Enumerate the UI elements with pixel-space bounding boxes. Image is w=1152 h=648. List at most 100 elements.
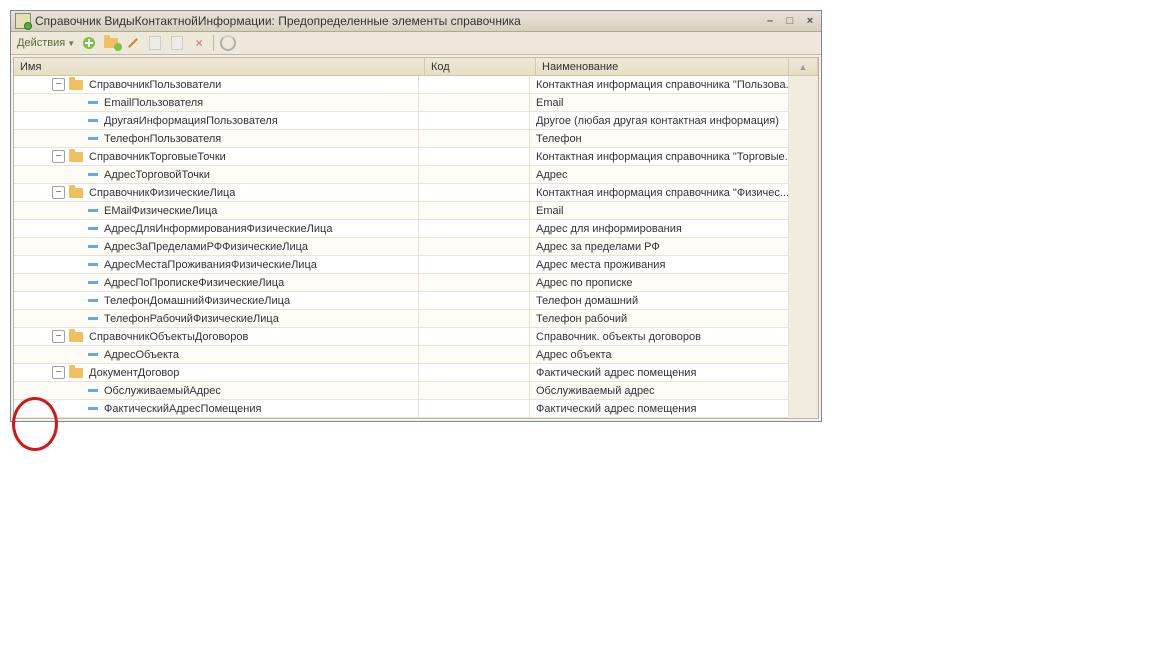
table-row[interactable]: EMailФизическиеЛицаEmail <box>14 202 818 220</box>
delete-button[interactable]: × <box>191 35 207 51</box>
scrollbar-track[interactable] <box>789 292 818 310</box>
item-icon <box>88 101 98 104</box>
table-row[interactable]: −ДокументДоговорФактический адрес помеще… <box>14 364 818 382</box>
scrollbar-track[interactable] <box>789 220 818 238</box>
row-name: АдресТорговойТочки <box>104 169 210 181</box>
row-name: ТелефонПользователя <box>104 133 221 145</box>
scrollbar-track[interactable] <box>789 112 818 130</box>
item-icon <box>88 227 98 230</box>
item-icon <box>88 317 98 320</box>
scrollbar-track[interactable] <box>789 94 818 112</box>
scrollbar-track[interactable] <box>789 364 818 382</box>
expander-icon[interactable]: − <box>52 186 65 199</box>
expander-icon[interactable]: − <box>52 150 65 163</box>
scrollbar-track[interactable] <box>789 346 818 364</box>
table-row[interactable]: −СправочникПользователиКонтактная информ… <box>14 76 818 94</box>
table-row[interactable]: −СправочникТорговыеТочкиКонтактная инфор… <box>14 148 818 166</box>
scrollbar-track[interactable] <box>789 130 818 148</box>
folder-icon <box>69 152 83 162</box>
expander-icon[interactable]: − <box>52 330 65 343</box>
col-header-desc[interactable]: Наименование <box>536 58 789 76</box>
copy-button[interactable] <box>147 35 163 51</box>
plus-icon <box>83 37 95 49</box>
row-name: АдресОбъекта <box>104 349 179 361</box>
scroll-up-button[interactable]: ▲ <box>789 58 818 76</box>
code-cell <box>419 76 530 94</box>
desc-cell: Адрес места проживания <box>530 256 789 274</box>
item-icon <box>88 209 98 212</box>
close-button[interactable]: × <box>803 14 817 28</box>
actions-label: Действия <box>17 37 65 49</box>
scrollbar-track[interactable] <box>789 238 818 256</box>
code-cell <box>419 400 530 418</box>
toolbar: Действия ▼ × <box>11 32 821 55</box>
code-cell <box>419 184 530 202</box>
row-name: АдресПоПропискеФизическиеЛица <box>104 277 284 289</box>
item-icon <box>88 407 98 410</box>
table-row[interactable]: −СправочникОбъектыДоговоровСправочник. о… <box>14 328 818 346</box>
table-row[interactable]: АдресОбъектаАдрес объекта <box>14 346 818 364</box>
scrollbar-track[interactable] <box>789 202 818 220</box>
scrollbar-track[interactable] <box>789 166 818 184</box>
name-cell: АдресТорговойТочки <box>14 166 419 184</box>
expander-icon[interactable]: − <box>52 366 65 379</box>
add-folder-button[interactable] <box>103 35 119 51</box>
scrollbar-track[interactable] <box>789 310 818 328</box>
table-row[interactable]: АдресПоПропискеФизическиеЛицаАдрес по пр… <box>14 274 818 292</box>
row-name: СправочникФизическиеЛица <box>89 187 235 199</box>
table-row[interactable]: АдресТорговойТочкиАдрес <box>14 166 818 184</box>
table-row[interactable]: АдресДляИнформированияФизическиеЛицаАдре… <box>14 220 818 238</box>
col-header-name[interactable]: Имя <box>14 58 425 76</box>
item-icon <box>88 137 98 140</box>
scrollbar-track[interactable] <box>789 148 818 166</box>
expander-icon[interactable]: − <box>52 78 65 91</box>
folder-plus-icon <box>104 38 118 48</box>
code-cell <box>419 94 530 112</box>
table-row[interactable]: ОбслуживаемыйАдресОбслуживаемый адрес <box>14 382 818 400</box>
col-header-code[interactable]: Код <box>425 58 536 76</box>
scrollbar-track[interactable] <box>789 274 818 292</box>
name-cell: АдресОбъекта <box>14 346 419 364</box>
name-cell: − СправочникПользователи <box>14 76 419 94</box>
code-cell <box>419 112 530 130</box>
row-name: ДокументДоговор <box>89 367 179 379</box>
scrollbar-track[interactable] <box>789 76 818 94</box>
table-row[interactable]: −СправочникФизическиеЛицаКонтактная инфо… <box>14 184 818 202</box>
code-cell <box>419 148 530 166</box>
code-cell <box>419 274 530 292</box>
scrollbar-track[interactable] <box>789 400 818 418</box>
row-name: СправочникПользователи <box>89 79 221 91</box>
code-cell <box>419 238 530 256</box>
item-icon <box>88 173 98 176</box>
table-row[interactable]: ТелефонДомашнийФизическиеЛицаТелефон дом… <box>14 292 818 310</box>
table-row[interactable]: ФактическийАдресПомещенияФактический адр… <box>14 400 818 418</box>
scrollbar-track[interactable] <box>789 184 818 202</box>
titlebar[interactable]: Справочник ВидыКонтактнойИнформации: Пре… <box>11 11 821 32</box>
row-name: СправочникОбъектыДоговоров <box>89 331 248 343</box>
minimize-button[interactable]: – <box>763 14 777 28</box>
table-row[interactable]: ТелефонРабочийФизическиеЛицаТелефон рабо… <box>14 310 818 328</box>
refresh-button[interactable] <box>220 35 236 51</box>
name-cell: АдресПоПропискеФизическиеЛица <box>14 274 419 292</box>
table-row[interactable]: АдресЗаПределамиРФФизическиеЛицаАдрес за… <box>14 238 818 256</box>
table-row[interactable]: ТелефонПользователяТелефон <box>14 130 818 148</box>
table-row[interactable]: EmailПользователяEmail <box>14 94 818 112</box>
code-cell <box>419 202 530 220</box>
scrollbar-track[interactable] <box>789 328 818 346</box>
row-name: ТелефонРабочийФизическиеЛица <box>104 313 279 325</box>
code-cell <box>419 292 530 310</box>
actions-menu[interactable]: Действия ▼ <box>17 37 75 49</box>
move-button[interactable] <box>169 35 185 51</box>
name-cell: АдресМестаПроживанияФизическиеЛица <box>14 256 419 274</box>
edit-button[interactable] <box>125 35 141 51</box>
item-icon <box>88 353 98 356</box>
app-icon <box>15 13 31 29</box>
scrollbar-track[interactable] <box>789 382 818 400</box>
item-icon <box>88 119 98 122</box>
add-button[interactable] <box>81 35 97 51</box>
scrollbar-track[interactable] <box>789 256 818 274</box>
table-row[interactable]: АдресМестаПроживанияФизическиеЛица Адрес … <box>14 256 818 274</box>
item-icon <box>88 389 98 392</box>
maximize-button[interactable]: □ <box>783 14 797 28</box>
table-row[interactable]: ДругаяИнформацияПользователяДругое (люба… <box>14 112 818 130</box>
